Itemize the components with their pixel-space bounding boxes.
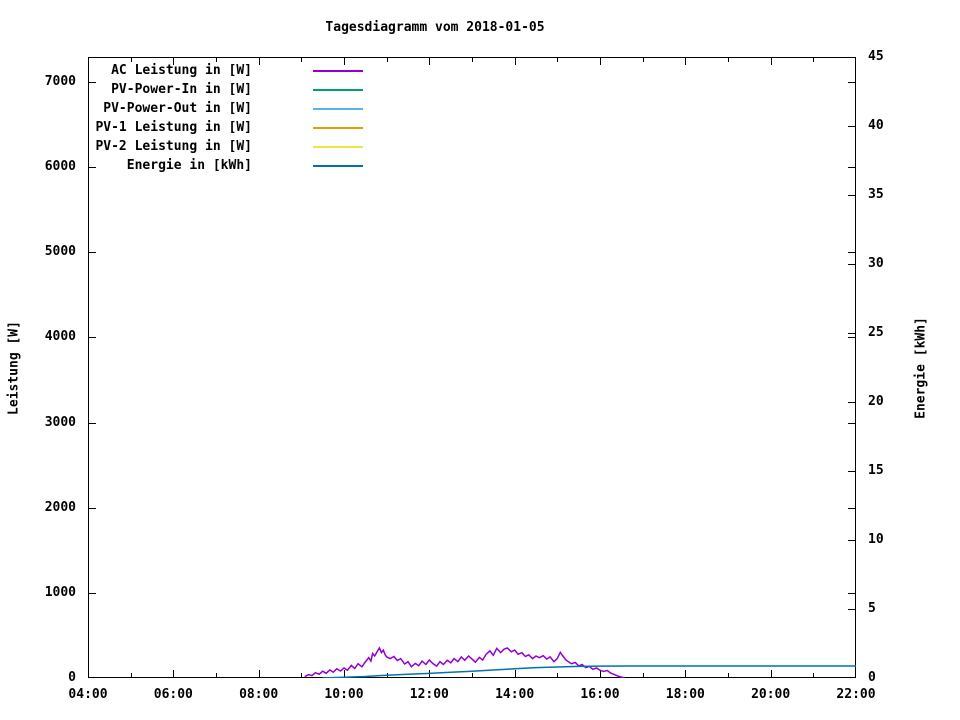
y-left-tick-label: 1000 — [44, 584, 76, 600]
x-axis-tick-label: 14:00 — [495, 687, 535, 702]
y-right-tick-label: 45 — [868, 49, 884, 64]
legend-line-sample — [313, 70, 363, 72]
legend-label: PV-Power-Out in [W] — [103, 101, 252, 116]
y-right-tick-label: 25 — [868, 325, 884, 340]
x-axis-tick-label: 08:00 — [239, 687, 279, 702]
y-right-tick-label: 0 — [868, 670, 876, 685]
legend-line-sample — [313, 165, 363, 167]
x-axis-tick-label: 18:00 — [665, 687, 705, 702]
legend-line-sample — [313, 89, 363, 91]
y-left-tick-label: 4000 — [44, 329, 76, 345]
x-axis-tick-label: 20:00 — [751, 687, 791, 702]
x-axis-tick-label: 12:00 — [409, 687, 449, 702]
legend-line-sample — [313, 146, 363, 148]
chart-page: Tagesdiagramm vom 2018-01-05 Leistung [W… — [0, 0, 960, 720]
x-axis-tick-label: 06:00 — [153, 687, 193, 702]
y-left-tick-label: 5000 — [44, 244, 76, 260]
x-axis-tick-label: 10:00 — [324, 687, 364, 702]
y-left-tick-label: 3000 — [44, 414, 76, 430]
y-right-tick-label: 20 — [868, 394, 884, 409]
y-right-tick-label: 10 — [868, 532, 884, 547]
legend-label: Energie in [kWh] — [126, 158, 252, 173]
legend-label: PV-1 Leistung in [W] — [95, 120, 252, 135]
legend-label: PV-2 Leistung in [W] — [95, 139, 252, 154]
legend-line-sample — [313, 108, 363, 110]
legend-label: AC Leistung in [W] — [111, 63, 252, 78]
y-left-tick-label: 0 — [68, 670, 76, 685]
y-right-tick-label: 40 — [868, 118, 884, 133]
x-axis-tick-label: 22:00 — [836, 687, 876, 702]
x-axis-tick-label: 16:00 — [580, 687, 620, 702]
series-line-energie-in-kwh — [322, 665, 856, 678]
series-line-ac-leistung-in-w — [304, 646, 625, 678]
y-right-tick-label: 30 — [868, 256, 884, 271]
y-right-tick-label: 15 — [868, 463, 884, 478]
y-right-tick-label: 5 — [868, 601, 876, 616]
chart-title: Tagesdiagramm vom 2018-01-05 — [325, 20, 545, 35]
y-left-tick-label: 2000 — [44, 499, 76, 515]
legend-line-sample — [313, 127, 363, 129]
y-right-tick-label: 35 — [868, 187, 884, 202]
x-axis-tick-label: 04:00 — [68, 687, 108, 702]
legend-label: PV-Power-In in [W] — [111, 82, 252, 97]
